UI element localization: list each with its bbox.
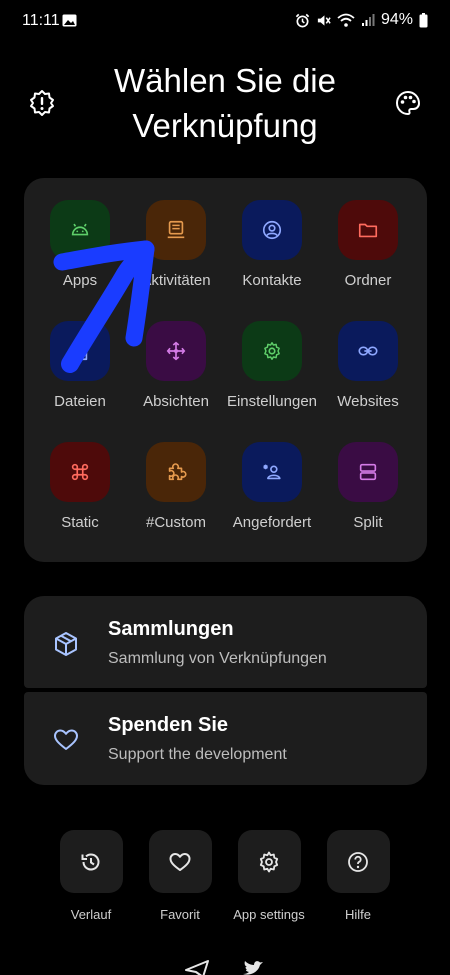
grid-item-label: Apps (62, 272, 98, 289)
file-icon (50, 321, 110, 381)
gear-icon (242, 321, 302, 381)
intent-icon (146, 321, 206, 381)
grid-item-settings[interactable]: Einstellungen (224, 321, 320, 431)
gallery-notification-icon (62, 14, 77, 27)
grid-item-split[interactable]: Split (320, 442, 416, 552)
favorite-button[interactable]: Favorit (135, 830, 225, 922)
grid-item-label: Absichten (143, 393, 209, 410)
android-icon (50, 200, 110, 260)
collections-subtitle: Sammlung von Verknüpfungen (108, 650, 327, 667)
person-request-icon (242, 442, 302, 502)
grid-item-label: #Custom (145, 514, 207, 531)
collections-title: Sammlungen (108, 618, 234, 640)
alarm-icon (295, 13, 310, 27)
donate-row[interactable]: Spenden Sie Support the development (24, 692, 427, 785)
puzzle-icon (146, 442, 206, 502)
link-icon (338, 321, 398, 381)
grid-item-static[interactable]: Static (32, 442, 128, 552)
page-title: Wählen Sie die Verknüpfung (114, 62, 336, 144)
battery-icon (419, 12, 428, 27)
battery-percent: 94% (380, 11, 413, 28)
grid-item-label: Websites (337, 393, 399, 410)
activity-icon (146, 200, 206, 260)
app-settings-button[interactable]: App settings (224, 830, 314, 922)
favorite-label: Favorit (160, 907, 200, 922)
help-label: Hilfe (344, 907, 371, 922)
palette-icon[interactable] (394, 89, 422, 117)
grid-item-files[interactable]: Dateien (32, 321, 128, 431)
cube-icon (52, 630, 80, 658)
history-button[interactable]: Verlauf (46, 830, 136, 922)
folder-icon (338, 200, 398, 260)
settings-icon (237, 830, 301, 893)
twitter-icon[interactable] (240, 958, 266, 975)
split-icon (338, 442, 398, 502)
command-icon (50, 442, 110, 502)
grid-item-label: Split (353, 514, 383, 531)
help-button[interactable]: Hilfe (313, 830, 403, 922)
contact-icon (242, 200, 302, 260)
collections-row[interactable]: Sammlungen Sammlung von Verknüpfungen (24, 596, 427, 688)
help-icon (326, 830, 390, 893)
donate-subtitle: Support the development (108, 746, 287, 763)
wifi-icon (337, 13, 355, 27)
grid-item-label: Static (61, 514, 99, 531)
grid-item-folders[interactable]: Ordner (320, 200, 416, 310)
telegram-icon[interactable] (184, 958, 210, 975)
grid-item-custom[interactable]: #Custom (128, 442, 224, 552)
grid-item-contacts[interactable]: Kontakte (224, 200, 320, 310)
alert-gear-icon[interactable] (28, 89, 56, 117)
grid-item-requested[interactable]: Angefordert (224, 442, 320, 552)
grid-item-intents[interactable]: Absichten (128, 321, 224, 431)
mute-icon (317, 14, 331, 26)
heart-outline-icon (52, 726, 80, 754)
grid-item-label: Aktivitäten (141, 272, 211, 289)
grid-item-websites[interactable]: Websites (320, 321, 416, 431)
grid-item-label: Dateien (54, 393, 106, 410)
app-settings-label: App settings (233, 907, 305, 922)
signal-icon (361, 14, 375, 26)
heart-icon (148, 830, 212, 893)
donate-title: Spenden Sie (108, 714, 229, 736)
grid-item-label: Angefordert (232, 514, 312, 531)
history-label: Verlauf (70, 907, 112, 922)
grid-item-label: Ordner (344, 272, 392, 289)
grid-item-label: Kontakte (242, 272, 302, 289)
grid-item-apps[interactable]: Apps (32, 200, 128, 310)
grid-item-label: Einstellungen (226, 393, 318, 410)
grid-item-activities[interactable]: Aktivitäten (128, 200, 224, 310)
history-icon (59, 830, 123, 893)
status-time: 11:11 (22, 12, 60, 29)
shortcut-type-grid: Apps Aktivitäten Kontakte Ordner Dateien… (24, 178, 427, 562)
status-right: 94% (295, 11, 428, 29)
status-bar: 11:11 94% (0, 0, 450, 44)
